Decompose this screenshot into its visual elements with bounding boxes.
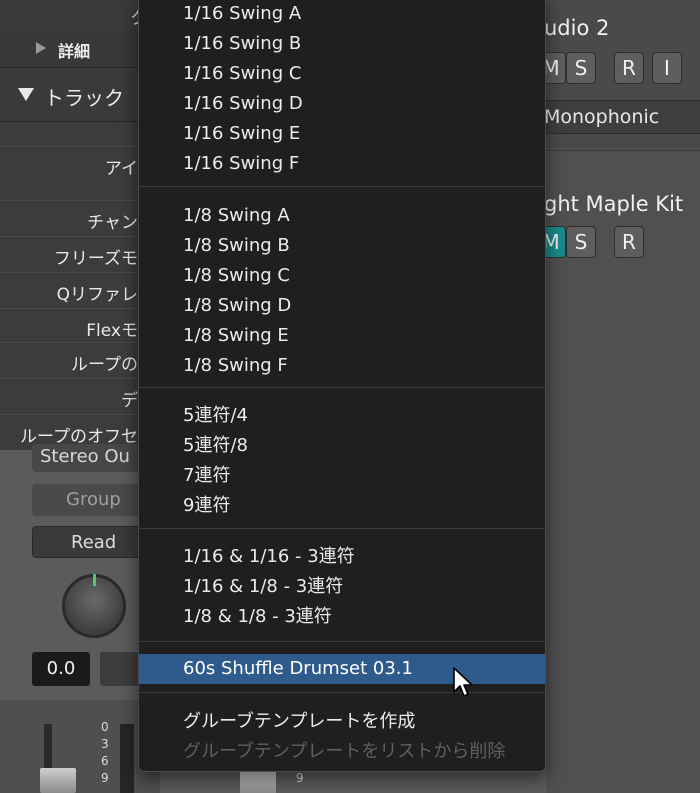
- menu-separator: [139, 692, 545, 693]
- input-monitor-button[interactable]: I: [652, 52, 682, 84]
- solo-button[interactable]: S: [566, 226, 596, 258]
- track-param-label: チャン: [87, 213, 138, 233]
- menu-item[interactable]: 1/16 Swing D: [139, 89, 545, 119]
- scale-label: 9: [296, 771, 304, 785]
- record-button[interactable]: R: [614, 226, 644, 258]
- inspector-panel: ク 詳細 トラック アイチャンフリーズモQリファレFlexモループのデループのオ…: [0, 0, 160, 450]
- menu-item[interactable]: 1/8 Swing D: [139, 291, 545, 321]
- menu-item[interactable]: 5連符/8: [139, 431, 545, 461]
- scale-label: 3: [101, 737, 109, 751]
- menu-item[interactable]: 1/16 & 1/16 - 3連符: [139, 542, 545, 572]
- menu-item[interactable]: 1/8 Swing B: [139, 231, 545, 261]
- fader-area: [0, 700, 160, 793]
- menu-item[interactable]: 1/16 Swing F: [139, 149, 545, 179]
- volume-fader[interactable]: [40, 768, 76, 793]
- menu-item[interactable]: 1/16 Swing E: [139, 119, 545, 149]
- menu-item[interactable]: 1/16 Swing B: [139, 29, 545, 59]
- volume-fader[interactable]: [240, 770, 276, 793]
- pan-value[interactable]: 0.0: [32, 652, 90, 686]
- track-param-label: デ: [121, 391, 138, 411]
- param-divider: [0, 236, 160, 237]
- menu-item[interactable]: 1/8 Swing C: [139, 261, 545, 291]
- detail-label: 詳細: [58, 42, 91, 61]
- mouse-pointer-icon: [453, 667, 473, 697]
- menu-item[interactable]: 7連符: [139, 461, 545, 491]
- menu-separator: [139, 641, 545, 642]
- track-param-label: Flexモ: [86, 321, 138, 341]
- menu-separator: [139, 387, 545, 388]
- track-param-label: アイ: [104, 159, 138, 179]
- divider: [546, 150, 700, 151]
- record-button[interactable]: R: [614, 52, 644, 84]
- menu-item[interactable]: グルーブテンプレートを作成: [139, 707, 545, 737]
- menu-item[interactable]: 1/8 & 1/8 - 3連符: [139, 602, 545, 632]
- param-divider: [0, 146, 160, 147]
- track-param-label: ループの: [71, 355, 138, 375]
- groove-template-menu[interactable]: 1/16 Swing A 1/16 Swing B 1/16 Swing C 1/16…: [138, 0, 546, 772]
- menu-item[interactable]: 1/8 Swing E: [139, 321, 545, 351]
- track-param-label: フリーズモ: [53, 249, 138, 269]
- menu-item[interactable]: 1/8 Swing F: [139, 351, 545, 381]
- menu-item[interactable]: 9連符: [139, 491, 545, 521]
- menu-item: グルーブテンプレートをリストから削除: [183, 741, 506, 762]
- scale-label: 6: [101, 754, 109, 768]
- disclosure-down-icon[interactable]: [18, 88, 34, 101]
- menu-item[interactable]: 5連符/4: [139, 401, 545, 431]
- param-divider: [0, 414, 160, 415]
- menu-item[interactable]: 1/16 & 1/8 - 3連符: [139, 572, 545, 602]
- param-divider: [0, 308, 160, 309]
- track-section-label: トラック: [44, 86, 124, 110]
- param-divider: [0, 200, 160, 201]
- param-divider: [0, 378, 160, 379]
- scale-label: 0: [101, 720, 109, 734]
- solo-button[interactable]: S: [566, 52, 596, 84]
- menu-separator: [139, 186, 545, 187]
- track-name: ght Maple Kit: [544, 192, 684, 216]
- track-param-label: Qリファレ: [56, 285, 138, 305]
- scale-label: 9: [101, 771, 109, 785]
- track-name: udio 2: [544, 16, 610, 40]
- menu-item[interactable]: 60s Shuffle Drumset 03.1: [139, 654, 545, 684]
- menu-item[interactable]: 1/8 Swing A: [139, 201, 545, 231]
- level-meter: [120, 724, 134, 793]
- menu-item[interactable]: 1/16 Swing A: [139, 0, 545, 29]
- disclosure-right-icon[interactable]: [36, 42, 46, 54]
- track-mode-label: Monophonic: [544, 106, 660, 128]
- pan-indicator: [93, 574, 96, 586]
- param-divider: [0, 272, 160, 273]
- menu-item[interactable]: 1/16 Swing C: [139, 59, 545, 89]
- param-divider: [0, 342, 160, 343]
- menu-separator: [139, 528, 545, 529]
